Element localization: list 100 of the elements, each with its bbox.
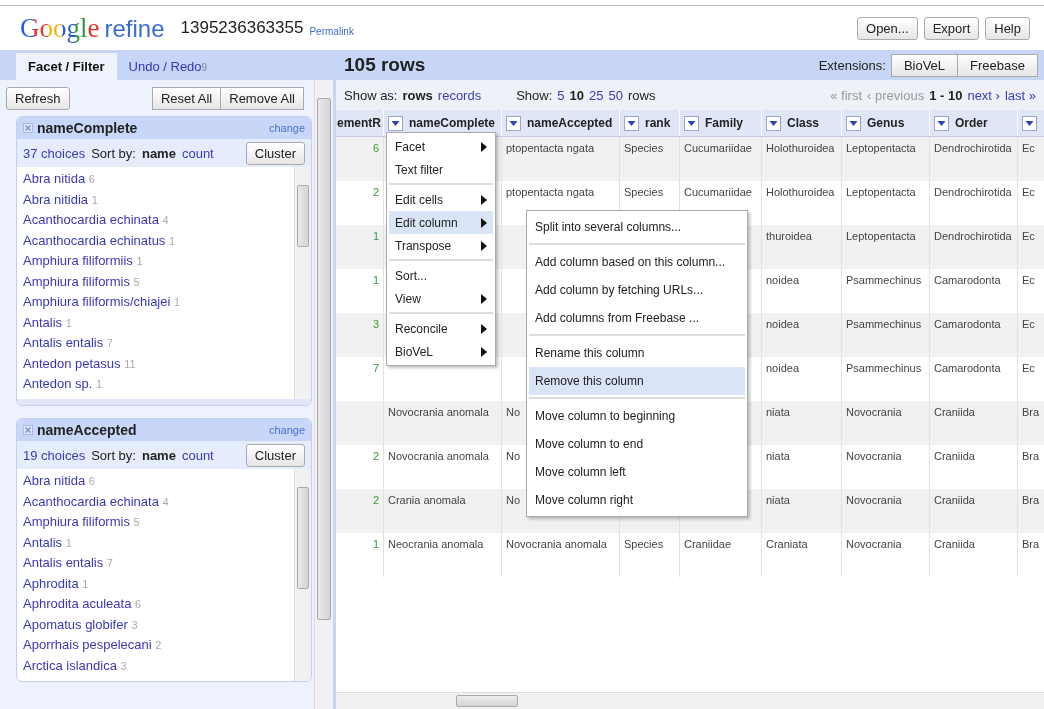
facet-choice[interactable]: Amphiura filiformis/chiajei 1 <box>23 292 181 313</box>
column-menu-button[interactable] <box>506 115 521 131</box>
column-menu-button[interactable] <box>624 115 639 131</box>
column-menu-button[interactable] <box>1022 115 1037 131</box>
sort-option[interactable]: name <box>141 447 176 463</box>
menu-item[interactable]: View <box>389 287 493 310</box>
choice-count[interactable]: 37 choices <box>23 145 86 161</box>
table-cell: Bra <box>1022 450 1040 463</box>
column-header: rank <box>645 116 671 130</box>
table-cell: Psammechinus <box>846 362 922 375</box>
table-cell: Psammechinus <box>846 318 922 331</box>
refresh-button[interactable]: Refresh <box>6 86 70 110</box>
sort-option[interactable]: count <box>181 145 214 161</box>
table-cell: noidea <box>766 362 800 375</box>
permalink-link[interactable]: Permalink <box>309 25 354 37</box>
menu-item[interactable]: Facet <box>389 135 493 158</box>
scrollbar[interactable] <box>314 80 333 709</box>
table-cell: Ec <box>1022 186 1035 199</box>
column-menu-button[interactable] <box>684 115 699 131</box>
toolbar-button[interactable]: Help <box>985 16 1030 40</box>
menu-item[interactable]: Move column to beginning <box>529 402 745 430</box>
menu-item[interactable]: Transpose <box>389 234 493 257</box>
facet-choice[interactable]: Apomatus globifer 3 <box>23 614 138 635</box>
menu-item[interactable]: Split into several columns... <box>529 213 745 241</box>
facet-choice[interactable]: Antalis entalis 7 <box>23 553 113 574</box>
facet-choice[interactable]: Aphrodita 1 <box>23 573 89 594</box>
column-menu-button[interactable] <box>388 115 403 131</box>
table-cell: ptopentacta ngata <box>506 186 595 199</box>
page-size-option[interactable]: 5 <box>557 87 565 103</box>
table-cell: Ec <box>1022 318 1035 331</box>
facet-choice[interactable]: Amphiura filiformis 5 <box>23 512 140 533</box>
toolbar-button[interactable]: Export <box>923 16 980 40</box>
menu-item[interactable]: Move column left <box>529 458 745 486</box>
page-range: 1 - 10 <box>929 87 963 103</box>
facet-action-button[interactable]: Reset All <box>151 86 222 110</box>
menu-item[interactable]: Remove this column <box>529 367 745 395</box>
facet-choice[interactable]: Amphiura filiformis 5 <box>23 271 140 292</box>
facet-choice[interactable]: Amphiura filiformiis 1 <box>23 251 143 272</box>
column-menu-button[interactable] <box>846 115 861 131</box>
table-cell: Holothuroidea <box>766 186 835 199</box>
facet-choice[interactable]: Antalis entalis 7 <box>23 333 113 354</box>
scrollbar[interactable] <box>294 167 311 399</box>
sort-option[interactable]: count <box>181 447 214 463</box>
row-number: 1 <box>372 230 379 242</box>
menu-item[interactable]: Move column to end <box>529 430 745 458</box>
menu-item[interactable]: Add column based on this column... <box>529 248 745 276</box>
sort-label: Sort by: <box>91 145 136 161</box>
menu-item[interactable]: Text filter <box>389 158 493 181</box>
resize-handle[interactable] <box>17 399 311 405</box>
table-cell: noidea <box>766 318 800 331</box>
toolbar-button[interactable]: Open... <box>857 16 918 40</box>
view-mode-option[interactable]: records <box>437 87 482 103</box>
facet-choice[interactable]: Antedon sp. 1 <box>23 374 103 395</box>
page-size-option[interactable]: 50 <box>608 87 623 103</box>
menu-item[interactable]: Move column right <box>529 486 745 514</box>
scrollbar[interactable] <box>294 469 311 681</box>
menu-item[interactable]: Reconcile <box>389 317 493 340</box>
panel-tab[interactable]: Undo / Redo9 <box>116 53 220 80</box>
close-icon[interactable] <box>23 425 33 435</box>
menu-item[interactable]: Edit column <box>389 211 493 234</box>
table-cell: No <box>506 494 521 507</box>
facet-choice[interactable]: Abra nitida 6 <box>23 471 95 492</box>
extension-button[interactable]: BioVeL <box>890 53 959 77</box>
column-menu-button[interactable] <box>766 115 781 131</box>
close-icon[interactable] <box>23 123 33 133</box>
scrollbar[interactable] <box>336 692 1044 709</box>
menu-item[interactable]: Sort... <box>389 264 493 287</box>
cluster-button[interactable]: Cluster <box>245 443 305 467</box>
choice-count[interactable]: 19 choices <box>23 447 86 463</box>
menu-item[interactable]: Add column by fetching URLs... <box>529 276 745 304</box>
facet-choice[interactable]: Abra nitida 6 <box>23 169 95 190</box>
sort-label: Sort by: <box>91 447 136 463</box>
page-size-option[interactable]: 10 <box>569 87 585 103</box>
facet-choice[interactable]: Arctica islandica 3 <box>23 655 127 676</box>
facet-choice[interactable]: Aphrodita aculeata 6 <box>23 594 142 615</box>
facet-choice[interactable]: Abra nitidia 1 <box>23 189 98 210</box>
facet-choice[interactable]: Aporrhais pespelecani 2 <box>23 635 162 656</box>
cluster-button[interactable]: Cluster <box>245 141 305 165</box>
menu-item[interactable]: Rename this column <box>529 339 745 367</box>
facet-action-button[interactable]: Remove All <box>220 86 304 110</box>
menu-item[interactable]: Add columns from Freebase ... <box>529 304 745 332</box>
facet-choice[interactable]: Acanthocardia echinata 4 <box>23 210 169 231</box>
table-cell: Bra <box>1022 494 1040 507</box>
facet-choice[interactable]: Antedon petasus 11 <box>23 353 136 374</box>
menu-item[interactable]: Edit cells <box>389 188 493 211</box>
facet-choice[interactable]: Acanthocardia echinata 4 <box>23 491 169 512</box>
view-mode-option[interactable]: rows <box>402 87 433 103</box>
page-size-option[interactable]: 25 <box>589 87 604 103</box>
pager-link[interactable]: next › <box>967 87 1000 103</box>
column-menu-button[interactable] <box>934 115 949 131</box>
sort-option[interactable]: name <box>141 145 176 161</box>
extension-button[interactable]: Freebase <box>957 53 1038 77</box>
table-cell: Species <box>624 142 664 155</box>
pager-link[interactable]: last » <box>1004 87 1036 103</box>
row-number: 2 <box>372 186 379 198</box>
panel-tab[interactable]: Facet / Filter <box>16 53 117 80</box>
facet-choice[interactable]: Antalis 1 <box>23 532 72 553</box>
facet-choice[interactable]: Antalis 1 <box>23 312 72 333</box>
menu-item[interactable]: BioVeL <box>389 340 493 363</box>
facet-choice[interactable]: Acanthocardia echinatus 1 <box>23 230 176 251</box>
